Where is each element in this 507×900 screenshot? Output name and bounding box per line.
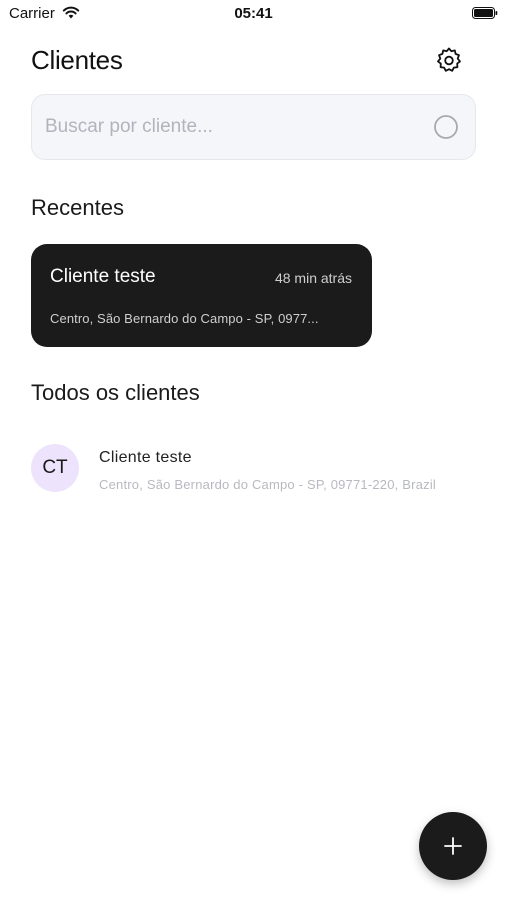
client-list-item[interactable]: CT Cliente teste Centro, São Bernardo do…: [31, 440, 481, 498]
recent-client-address: Centro, São Bernardo do Campo - SP, 0977…: [50, 311, 319, 326]
status-time: 05:41: [234, 5, 273, 22]
search-input[interactable]: [45, 95, 425, 159]
recent-section-title: Recentes: [31, 195, 124, 220]
all-clients-section-title: Todos os clientes: [31, 380, 200, 405]
status-bar: Carrier 05:41: [0, 0, 507, 28]
search-box: [31, 94, 476, 160]
avatar: CT: [31, 444, 79, 492]
search-icon[interactable]: [433, 114, 459, 140]
plus-icon: [444, 837, 462, 855]
recent-client-card[interactable]: Cliente teste 48 min atrás Centro, São B…: [31, 244, 372, 347]
gear-icon: [437, 47, 461, 72]
settings-button[interactable]: [433, 44, 465, 76]
client-name: Cliente teste: [99, 449, 192, 466]
battery-icon: [472, 7, 498, 19]
add-client-button[interactable]: [419, 812, 487, 880]
client-address: Centro, São Bernardo do Campo - SP, 0977…: [99, 477, 436, 492]
page-title: Clientes: [31, 45, 123, 75]
recent-client-name: Cliente teste: [50, 266, 156, 287]
recent-client-time: 48 min atrás: [274, 270, 352, 286]
